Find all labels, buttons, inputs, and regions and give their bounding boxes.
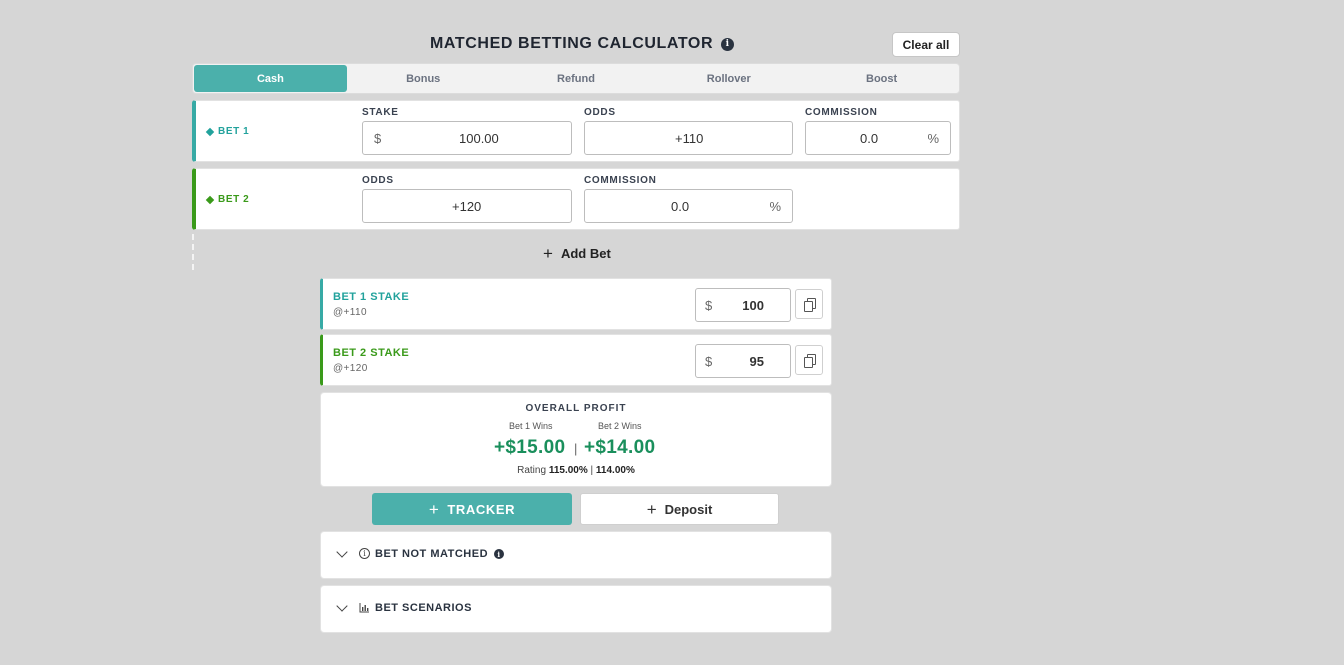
- copy-icon: [804, 354, 816, 368]
- divider: [192, 234, 194, 270]
- bet-2-row: BET 2 ODDS +120 COMMISSION 0.0 %: [192, 168, 960, 230]
- percent-suffix: %: [927, 131, 939, 146]
- tab-rollover[interactable]: Rollover: [652, 65, 805, 92]
- tab-boost[interactable]: Boost: [805, 65, 958, 92]
- rating-label: Rating: [517, 465, 547, 476]
- accordion-title-text: BET SCENARIOS: [375, 602, 472, 614]
- bet-2-stake-card: BET 2 STAKE @+120 $ 95: [320, 334, 832, 386]
- accordion-title: BET SCENARIOS: [375, 602, 472, 614]
- odds-value: +120: [452, 199, 482, 214]
- dollar-prefix: $: [374, 131, 382, 146]
- commission-label: COMMISSION: [805, 107, 878, 118]
- copy-button[interactable]: [795, 289, 823, 319]
- stake-value: 100: [742, 298, 764, 313]
- accordion-title-text: BET NOT MATCHED: [375, 548, 489, 560]
- info-icon[interactable]: i: [494, 549, 505, 559]
- diamond-icon: [205, 195, 215, 204]
- deposit-label: Deposit: [664, 501, 713, 517]
- chevron-down-icon: [336, 600, 348, 612]
- page-title: MATCHED BETTING CALCULATOR i: [430, 35, 735, 53]
- rating-1: 115.00%: [548, 465, 588, 476]
- stake-odds: @+120: [333, 363, 368, 374]
- bet-1-label-text: BET 1: [218, 126, 250, 137]
- stake-label: STAKE: [362, 107, 399, 118]
- bet-2-wins-label: Bet 2 Wins: [598, 421, 642, 431]
- bet-2-commission-input[interactable]: 0.0 %: [584, 189, 793, 223]
- stake-title: BET 1 STAKE: [333, 291, 410, 303]
- deposit-button[interactable]: + Deposit: [580, 493, 779, 525]
- bet-2-profit: +$14.00: [584, 437, 656, 458]
- stake-value: 100.00: [459, 131, 499, 146]
- overall-profit-card: OVERALL PROFIT Bet 1 Wins Bet 2 Wins +$1…: [320, 392, 832, 487]
- rating-separator: |: [590, 465, 594, 476]
- bar-chart-icon: [359, 603, 369, 613]
- bet-2-odds-input[interactable]: +120: [362, 189, 572, 223]
- stake-title: BET 2 STAKE: [333, 347, 410, 359]
- bet-1-stake-card: BET 1 STAKE @+110 $ 100: [320, 278, 832, 330]
- bet-2-label-text: BET 2: [218, 194, 250, 205]
- profit-title: OVERALL PROFIT: [525, 403, 627, 414]
- odds-label: ODDS: [362, 175, 394, 186]
- copy-button[interactable]: [795, 345, 823, 375]
- bet-1-label: BET 1: [205, 126, 250, 137]
- bet-1-odds-input[interactable]: +110: [584, 121, 793, 155]
- diamond-icon: [205, 127, 215, 136]
- add-bet-button[interactable]: + Add Bet: [543, 245, 611, 262]
- bet-1-profit: +$15.00: [494, 437, 566, 458]
- stake-value: 95: [749, 354, 764, 369]
- odds-value: +110: [675, 131, 704, 146]
- bet-1-commission-input[interactable]: 0.0 %: [805, 121, 951, 155]
- bet-1-stake-input[interactable]: $ 100: [695, 288, 791, 322]
- bet-2-label: BET 2: [205, 194, 250, 205]
- tab-bonus[interactable]: Bonus: [347, 65, 500, 92]
- bet-2-stake-input[interactable]: $ 95: [695, 344, 791, 378]
- clear-all-button[interactable]: Clear all: [892, 32, 960, 57]
- calculator-tabs: Cash Bonus Refund Rollover Boost: [192, 63, 960, 94]
- chevron-down-icon: [336, 546, 348, 558]
- bet-scenarios-accordion[interactable]: BET SCENARIOS: [320, 585, 832, 633]
- odds-label: ODDS: [584, 107, 616, 118]
- tracker-label: TRACKER: [447, 501, 516, 517]
- plus-icon: +: [646, 499, 657, 519]
- bet-1-row: BET 1 STAKE $ 100.00 ODDS +110 COMMISSIO…: [192, 100, 960, 162]
- tracker-button[interactable]: + TRACKER: [372, 493, 572, 525]
- stake-input[interactable]: $ 100.00: [362, 121, 572, 155]
- bet-1-wins-label: Bet 1 Wins: [509, 421, 553, 431]
- accordion-title: BET NOT MATCHED i: [375, 548, 505, 560]
- dollar-prefix: $: [705, 298, 713, 313]
- commission-value: 0.0: [671, 199, 690, 214]
- rating-line: Rating 115.00% | 114.00%: [321, 465, 831, 476]
- info-circle-icon: i: [359, 548, 370, 559]
- copy-icon: [804, 298, 816, 312]
- profit-separator: |: [574, 441, 578, 456]
- tab-cash[interactable]: Cash: [194, 65, 347, 92]
- plus-icon: +: [543, 244, 553, 263]
- percent-suffix: %: [769, 199, 781, 214]
- info-icon[interactable]: i: [721, 37, 735, 51]
- plus-icon: +: [428, 499, 440, 519]
- commission-value: 0.0: [860, 131, 879, 146]
- page-title-text: MATCHED BETTING CALCULATOR: [430, 35, 714, 52]
- add-bet-label: Add Bet: [560, 246, 611, 261]
- tab-refund[interactable]: Refund: [500, 65, 653, 92]
- rating-2: 114.00%: [595, 465, 635, 476]
- bet-not-matched-accordion[interactable]: i BET NOT MATCHED i: [320, 531, 832, 579]
- dollar-prefix: $: [705, 354, 713, 369]
- commission-label: COMMISSION: [584, 175, 657, 186]
- stake-odds: @+110: [333, 307, 367, 318]
